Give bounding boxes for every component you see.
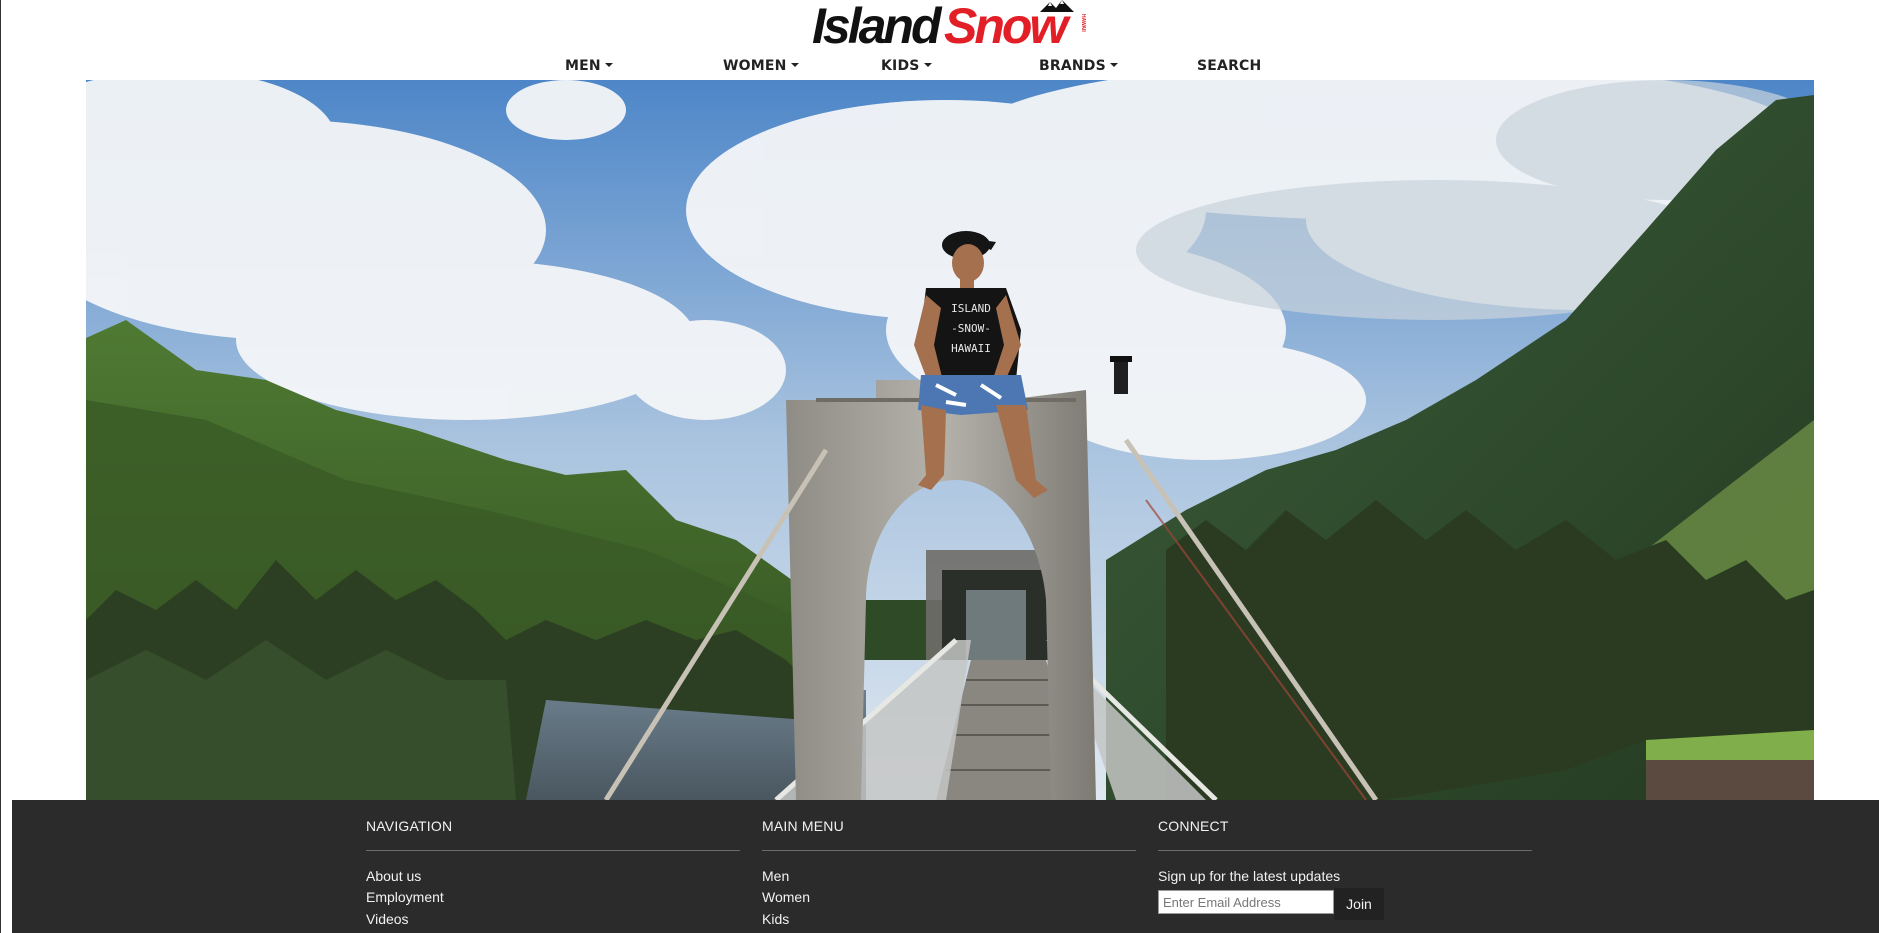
- caret-down-icon: [923, 63, 932, 67]
- nav-item-women[interactable]: WOMEN: [723, 58, 799, 74]
- newsletter-signup-text: Sign up for the latest updates: [1158, 868, 1341, 884]
- footer-divider: [1158, 850, 1532, 851]
- shirt-text-line2: -SNOW-: [951, 322, 991, 335]
- footer-heading-main-menu: MAIN MENU: [762, 818, 844, 834]
- footer-link-men[interactable]: Men: [762, 868, 789, 884]
- nav-item-kids[interactable]: KIDS: [881, 58, 932, 74]
- shirt-text-line3: HAWAII: [951, 342, 991, 355]
- nav-item-label: BRANDS: [1039, 58, 1106, 74]
- hero-image: ISLAND -SNOW- HAWAII: [86, 80, 1814, 800]
- footer-link-employment[interactable]: Employment: [366, 889, 444, 905]
- nav-item-label: KIDS: [881, 58, 920, 74]
- nav-item-men[interactable]: MEN: [565, 58, 613, 74]
- shirt-text-line1: ISLAND: [951, 302, 991, 315]
- caret-down-icon: [604, 63, 613, 67]
- nav-item-label: WOMEN: [723, 58, 787, 74]
- footer-divider: [762, 850, 1136, 851]
- nav-item-label: MEN: [565, 58, 601, 74]
- site-footer: NAVIGATION About us Employment Videos MA…: [12, 800, 1879, 933]
- nav-item-brands[interactable]: BRANDS: [1039, 58, 1118, 74]
- caret-down-icon: [1109, 63, 1118, 67]
- logo-word-island: Island: [812, 0, 943, 48]
- footer-heading-navigation: NAVIGATION: [366, 818, 453, 834]
- brand-logo[interactable]: Island Snow HAWAII: [812, 0, 1088, 48]
- nav-item-label: SEARCH: [1197, 58, 1262, 74]
- logo-sub-hawaii: HAWAII: [1080, 14, 1086, 32]
- join-button[interactable]: Join: [1334, 888, 1384, 920]
- logo-word-snow: Snow: [944, 0, 1071, 48]
- caret-down-icon: [790, 63, 799, 67]
- footer-link-videos[interactable]: Videos: [366, 911, 409, 927]
- page-edge-line: [0, 0, 1, 933]
- footer-divider: [366, 850, 740, 851]
- footer-link-about-us[interactable]: About us: [366, 868, 421, 884]
- footer-link-kids[interactable]: Kids: [762, 911, 789, 927]
- footer-link-women[interactable]: Women: [762, 889, 810, 905]
- main-nav: MEN WOMEN KIDS BRANDS SEARCH: [0, 58, 1879, 78]
- email-field[interactable]: [1158, 890, 1334, 914]
- footer-heading-connect: CONNECT: [1158, 818, 1229, 834]
- nav-item-search[interactable]: SEARCH: [1197, 58, 1261, 74]
